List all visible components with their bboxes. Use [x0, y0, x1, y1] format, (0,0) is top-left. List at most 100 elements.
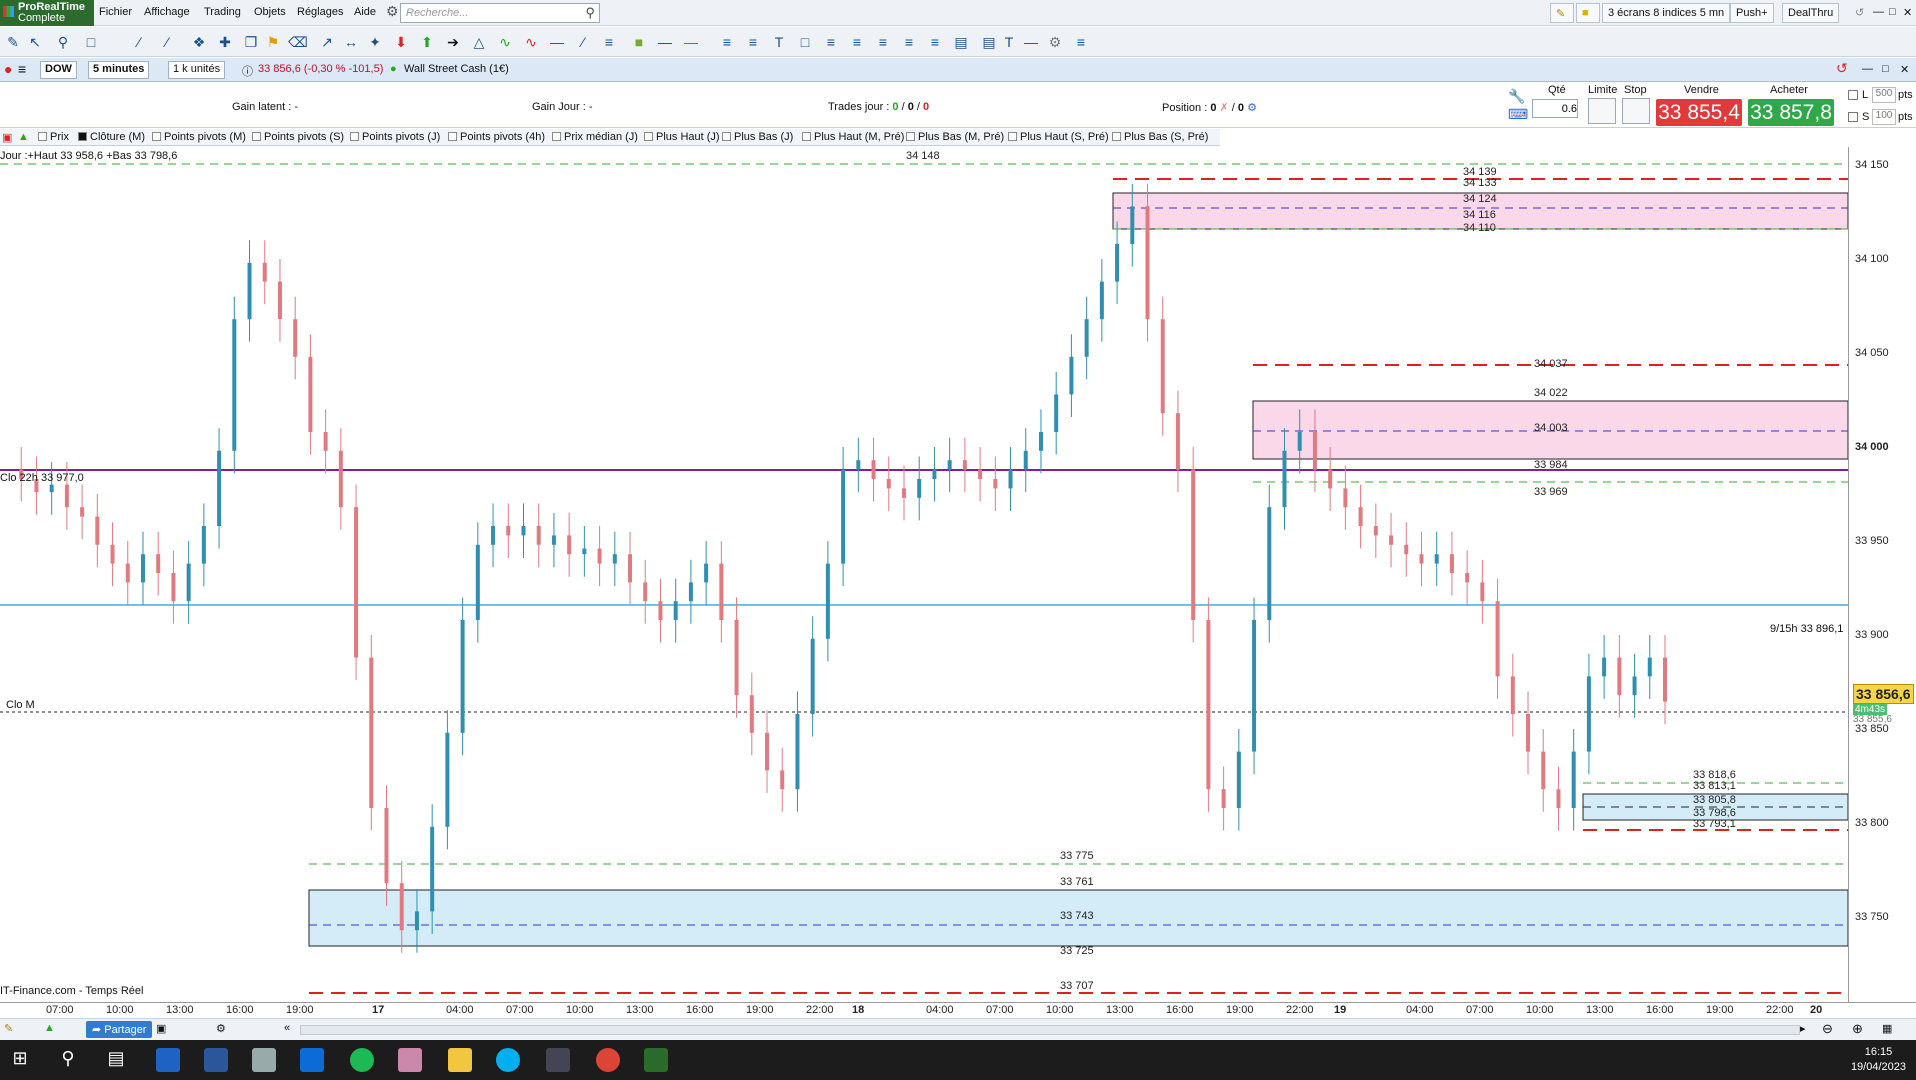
indicator-plus-haut-m[interactable]: Plus Haut (M, Pré) [802, 131, 904, 143]
share-button[interactable]: ➦ Partager [86, 1021, 153, 1038]
link-icon[interactable]: ● [4, 61, 12, 77]
spotify-icon[interactable] [350, 1048, 374, 1072]
scroll-right-icon[interactable]: ▸ [1800, 1022, 1806, 1035]
calculator-icon[interactable] [546, 1048, 570, 1072]
channel-tool-icon[interactable]: ∕ [158, 33, 176, 51]
sell-arrow-icon[interactable]: ⬇ [392, 33, 410, 51]
zoom-in-icon[interactable]: ⊕ [1852, 1021, 1863, 1037]
menu-trading[interactable]: Trading [204, 6, 241, 18]
pattern-tool-icon[interactable]: ∿ [522, 33, 540, 51]
store-icon[interactable] [300, 1048, 324, 1072]
menu-affichage[interactable]: Affichage [144, 6, 190, 18]
indicator-pivots-j[interactable]: Points pivots (J) [350, 131, 440, 143]
polyline-tool-icon[interactable]: ✦ [366, 33, 384, 51]
menu-aide[interactable]: Aide [354, 6, 376, 18]
qty-input[interactable] [1532, 99, 1578, 118]
arc-tool-icon[interactable]: ≡ [848, 33, 866, 51]
scroll-left-icon[interactable]: « [284, 1022, 290, 1034]
position-settings-icon[interactable]: ⚙ [1247, 102, 1257, 114]
paint-icon[interactable] [398, 1048, 422, 1072]
file-explorer-icon[interactable] [448, 1048, 472, 1072]
keyboard-icon[interactable]: ⌨ [1508, 106, 1528, 123]
chart-type-icon[interactable]: ▲ [44, 1022, 55, 1034]
indicator-prix-median[interactable]: Prix médian (J) [552, 131, 638, 143]
rectangle-tool-icon[interactable]: □ [796, 33, 814, 51]
zoom-tool-icon[interactable]: ⚲ [54, 33, 72, 51]
indicator-prix[interactable]: Prix [38, 131, 69, 143]
magnet-tool-icon[interactable]: ❖ [190, 33, 208, 51]
screenshot-icon[interactable]: ▣ [156, 1022, 166, 1035]
indicator-plus-haut-s[interactable]: Plus Haut (S, Pré) [1008, 131, 1109, 143]
gann-tool-icon[interactable]: ≡ [926, 33, 944, 51]
ruler-tool-icon[interactable]: □ [82, 33, 100, 51]
arrow-tool-icon[interactable]: ↗ [318, 33, 336, 51]
pencil-tool-icon[interactable]: ✎ [4, 33, 22, 51]
template-tool-icon[interactable]: ≡ [1072, 33, 1090, 51]
menu-reglages[interactable]: Réglages [297, 6, 343, 18]
settings-icon[interactable]: ⚙ [386, 3, 399, 20]
time-zone-icon[interactable]: ≡ [874, 33, 892, 51]
measure-tool-icon[interactable]: ▤ [952, 33, 970, 51]
indicator-plus-bas-s[interactable]: Plus Bas (S, Pré) [1112, 131, 1208, 143]
chrome-icon[interactable] [596, 1048, 620, 1072]
window-minimize-icon[interactable]: — [1862, 63, 1873, 75]
s-value-input[interactable]: 100 [1872, 109, 1896, 125]
fib-tool-icon[interactable]: ≡ [600, 33, 618, 51]
window-maximize-icon[interactable]: □ [1882, 63, 1889, 75]
limit-button[interactable] [1588, 98, 1616, 124]
fib-retracement-icon[interactable]: ≡ [718, 33, 736, 51]
chart-scrollbar[interactable] [300, 1025, 1800, 1035]
symbol-selector[interactable]: DOW [40, 61, 77, 79]
pencil-icon[interactable]: ✎ [1550, 3, 1574, 23]
skype-icon[interactable] [496, 1048, 520, 1072]
price-axis[interactable]: 34 150 34 100 34 050 34 000 33 950 33 90… [1848, 147, 1916, 1002]
settings-small-icon[interactable]: ⚙ [216, 1022, 226, 1035]
fib-extension-icon[interactable]: ≡ [744, 33, 762, 51]
purple-line-icon[interactable]: — [656, 33, 674, 51]
price-chart[interactable] [0, 147, 1848, 1002]
hline2-tool-icon[interactable]: — [1022, 33, 1040, 51]
indicator-pivots-s[interactable]: Points pivots (S) [252, 131, 344, 143]
drive-icon[interactable] [252, 1048, 276, 1072]
position-close-icon[interactable]: ✗ [1220, 102, 1229, 114]
line-color-icon[interactable]: ■ [630, 33, 648, 51]
fan-tool-icon[interactable]: ≡ [822, 33, 840, 51]
pitchfork-icon[interactable]: ≡ [900, 33, 918, 51]
hline-tool-icon[interactable]: — [548, 33, 566, 51]
add-indicator-icon[interactable]: ▣ [2, 131, 12, 144]
indicator-plus-haut-j[interactable]: Plus Haut (J) [644, 131, 720, 143]
stop-button[interactable] [1622, 98, 1650, 124]
triangle-tool-icon[interactable]: △ [470, 33, 488, 51]
line-tool-icon[interactable]: ∕ [574, 33, 592, 51]
s-checkbox[interactable] [1848, 112, 1858, 122]
l-checkbox[interactable] [1848, 90, 1858, 100]
window-close-icon[interactable]: ✕ [1900, 63, 1909, 76]
word-icon[interactable] [204, 1048, 228, 1072]
push-button[interactable]: Push+ [1730, 3, 1774, 23]
ruler2-tool-icon[interactable]: ▤ [980, 33, 998, 51]
crosshair-tool-icon[interactable]: ✚ [216, 33, 234, 51]
search-input[interactable]: Recherche... ⚲ [400, 3, 600, 23]
task-view-icon[interactable]: ▤ [104, 1048, 128, 1072]
buy-arrow-icon[interactable]: ⬆ [418, 33, 436, 51]
app-blue-icon[interactable] [156, 1048, 180, 1072]
right-arrow-icon[interactable]: ➔ [444, 33, 462, 51]
close-icon[interactable]: ✕ [1898, 3, 1916, 23]
os-search-icon[interactable]: ⚲ [56, 1048, 80, 1072]
indicator-up-icon[interactable]: ▲ [18, 131, 29, 143]
text-tool-icon[interactable]: T [770, 33, 788, 51]
time-axis[interactable]: 07:00 10:00 13:00 16:00 19:00 17 04:00 0… [0, 1002, 1916, 1018]
indicator-cloture-m[interactable]: Clôture (M) [78, 131, 145, 143]
fit-screen-icon[interactable]: ▦ [1882, 1022, 1892, 1035]
list-icon[interactable]: ≡ [18, 61, 26, 77]
zoom-out-icon[interactable]: ⊖ [1822, 1021, 1833, 1037]
dealthru-button[interactable]: DealThru [1782, 3, 1840, 23]
note-icon[interactable]: ■ [1576, 3, 1600, 23]
text2-tool-icon[interactable]: T [1000, 33, 1018, 51]
copy-tool-icon[interactable]: ❐ [242, 33, 260, 51]
info-icon[interactable]: ⓘ [242, 63, 253, 79]
l-value-input[interactable]: 500 [1872, 87, 1896, 103]
draw-icon[interactable]: ✎ [4, 1022, 13, 1035]
alert-tool-icon[interactable]: ⚑ [264, 33, 282, 51]
sell-button[interactable]: 33 855,4 [1656, 99, 1742, 126]
